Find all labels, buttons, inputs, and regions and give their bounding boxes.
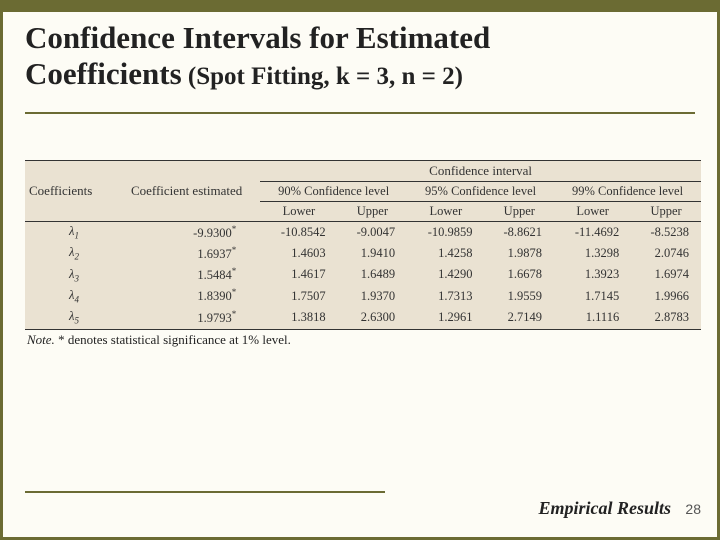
cell-coef: λ2 — [25, 243, 113, 264]
table-header-row1: Coefficients Coefficient estimated Confi… — [25, 161, 701, 182]
cell-u90: -9.0047 — [338, 222, 408, 244]
col-95: 95% Confidence level — [407, 182, 554, 202]
cell-coef: λ1 — [25, 222, 113, 244]
cell-u99: 2.0746 — [631, 243, 701, 264]
col-estimated: Coefficient estimated — [113, 161, 260, 222]
cell-coef: λ5 — [25, 307, 113, 330]
title-main-word: Coefficients — [25, 56, 182, 91]
col-90-lower: Lower — [260, 202, 337, 222]
cell-coef: λ4 — [25, 285, 113, 306]
cell-u99: 1.9966 — [631, 285, 701, 306]
col-90-upper: Upper — [338, 202, 408, 222]
cell-u90: 1.6489 — [338, 264, 408, 285]
slide: Confidence Intervals for Estimated Coeff… — [0, 0, 720, 540]
col-90: 90% Confidence level — [260, 182, 407, 202]
cell-l90: 1.3818 — [260, 307, 337, 330]
cell-u95: 1.9559 — [485, 285, 555, 306]
note-text: * denotes statistical significance at 1%… — [55, 332, 291, 347]
col-99-lower: Lower — [554, 202, 631, 222]
cell-l95: 1.2961 — [407, 307, 484, 330]
table-row: λ51.9793*1.38182.63001.29612.71491.11162… — [25, 307, 701, 330]
cell-u90: 2.6300 — [338, 307, 408, 330]
cell-l90: 1.7507 — [260, 285, 337, 306]
table-row: λ31.5484*1.46171.64891.42901.66781.39231… — [25, 264, 701, 285]
col-ci-span: Confidence interval — [260, 161, 701, 182]
title-block: Confidence Intervals for Estimated Coeff… — [25, 20, 695, 91]
ci-table: Coefficients Coefficient estimated Confi… — [25, 160, 701, 330]
table-row: λ21.6937*1.46031.94101.42581.98781.32982… — [25, 243, 701, 264]
cell-est: 1.8390* — [113, 285, 260, 306]
cell-u99: -8.5238 — [631, 222, 701, 244]
cell-est: 1.6937* — [113, 243, 260, 264]
page-number: 28 — [685, 501, 701, 517]
cell-l95: 1.4258 — [407, 243, 484, 264]
cell-l95: 1.7313 — [407, 285, 484, 306]
cell-l95: 1.4290 — [407, 264, 484, 285]
footer-label: Empirical Results — [538, 498, 671, 519]
cell-est: -9.9300* — [113, 222, 260, 244]
divider-top — [25, 112, 695, 114]
cell-l99: 1.3923 — [554, 264, 631, 285]
cell-l99: -11.4692 — [554, 222, 631, 244]
cell-u90: 1.9410 — [338, 243, 408, 264]
cell-l90: 1.4617 — [260, 264, 337, 285]
divider-bottom — [25, 491, 385, 493]
cell-est: 1.9793* — [113, 307, 260, 330]
title-line2: Coefficients (Spot Fitting, k = 3, n = 2… — [25, 56, 695, 92]
col-coefficients: Coefficients — [25, 161, 113, 222]
cell-l99: 1.3298 — [554, 243, 631, 264]
cell-l90: -10.8542 — [260, 222, 337, 244]
title-line1: Confidence Intervals for Estimated — [25, 20, 695, 56]
cell-u95: 2.7149 — [485, 307, 555, 330]
note: Note. * denotes statistical significance… — [27, 332, 291, 348]
col-99: 99% Confidence level — [554, 182, 701, 202]
cell-u99: 2.8783 — [631, 307, 701, 330]
cell-l95: -10.9859 — [407, 222, 484, 244]
cell-u90: 1.9370 — [338, 285, 408, 306]
col-95-lower: Lower — [407, 202, 484, 222]
col-95-upper: Upper — [485, 202, 555, 222]
cell-l90: 1.4603 — [260, 243, 337, 264]
cell-l99: 1.1116 — [554, 307, 631, 330]
title-subtitle: (Spot Fitting, k = 3, n = 2) — [182, 63, 463, 90]
table-row: λ41.8390*1.75071.93701.73131.95591.71451… — [25, 285, 701, 306]
cell-l99: 1.7145 — [554, 285, 631, 306]
table-row: λ1-9.9300*-10.8542-9.0047-10.9859-8.8621… — [25, 222, 701, 244]
cell-u95: -8.8621 — [485, 222, 555, 244]
cell-coef: λ3 — [25, 264, 113, 285]
cell-u95: 1.6678 — [485, 264, 555, 285]
note-label: Note. — [27, 332, 55, 347]
cell-est: 1.5484* — [113, 264, 260, 285]
col-99-upper: Upper — [631, 202, 701, 222]
cell-u95: 1.9878 — [485, 243, 555, 264]
cell-u99: 1.6974 — [631, 264, 701, 285]
